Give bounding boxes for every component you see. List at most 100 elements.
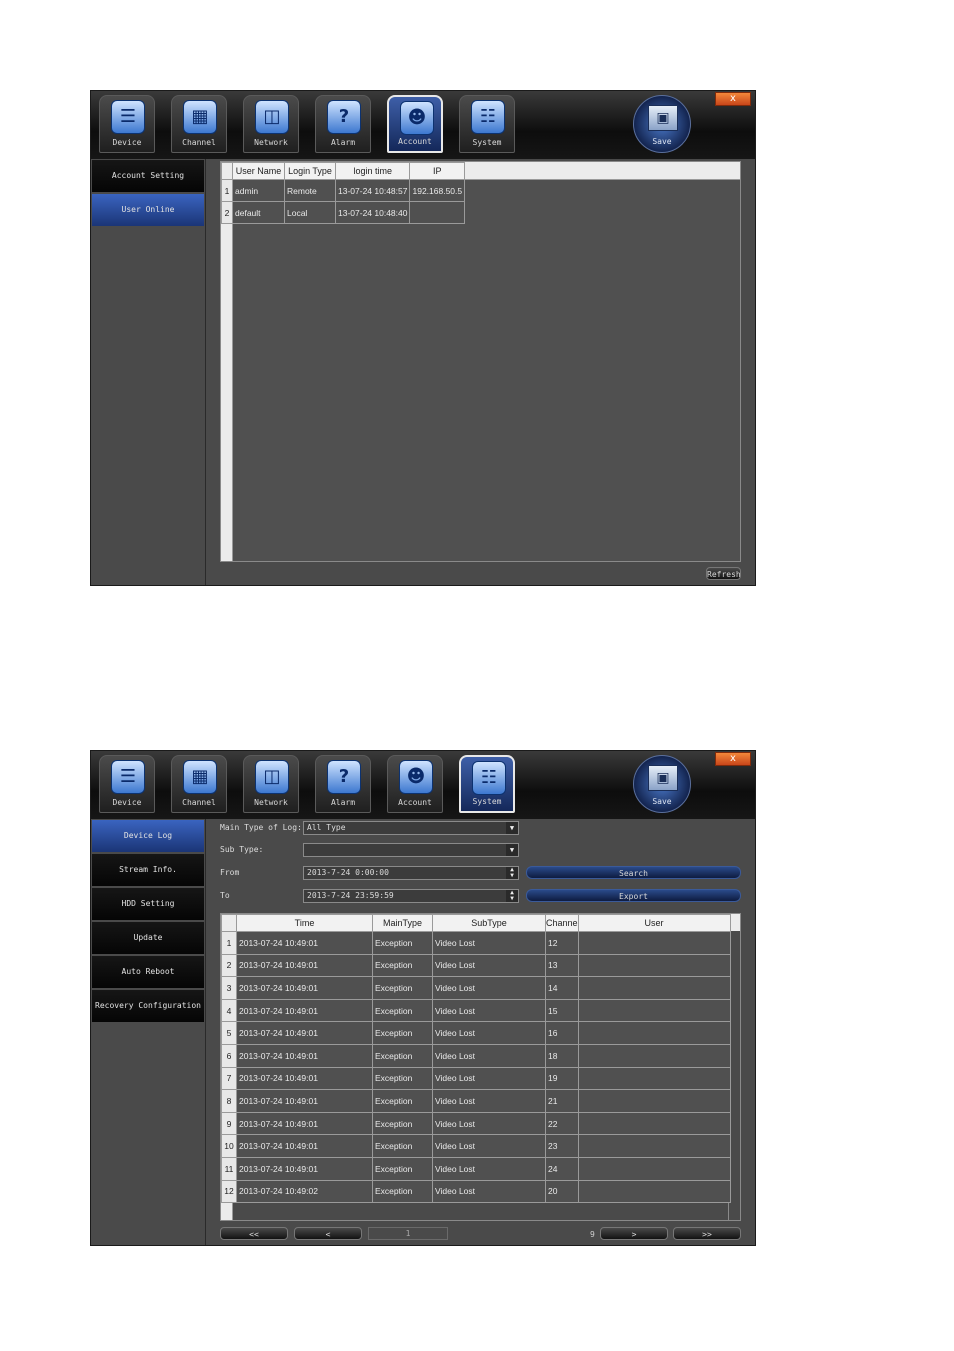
to-datetime-input[interactable]: 2013-7-24 23:59:59 ▲ ▼ xyxy=(303,889,519,903)
toolbar-system-button[interactable]: ☷ System xyxy=(459,755,515,813)
main-toolbar: ☰ Device ▦ Channel ◫ Network ? Alarm ☻ Accoun… xyxy=(91,91,755,159)
chevron-down-icon[interactable]: ▼ xyxy=(506,844,518,856)
table-cell: 2013-07-24 10:49:01 xyxy=(236,1043,373,1068)
table-row[interactable]: 11 2013-07-24 10:49:01 Exception Video Lost… xyxy=(221,1156,731,1181)
search-button[interactable]: Search xyxy=(526,866,741,879)
table-cell: Video Lost xyxy=(432,931,546,955)
toolbar-account-button[interactable]: ☻ Account xyxy=(387,755,443,813)
system-window: ☰ Device ▦ Channel ◫ Network ? Alarm ☻ Accoun… xyxy=(90,750,756,1246)
refresh-button[interactable]: Refresh xyxy=(706,567,741,580)
main-toolbar: ☰ Device ▦ Channel ◫ Network ? Alarm ☻ Accoun… xyxy=(91,751,755,819)
table-cell: 2013-07-24 10:49:01 xyxy=(236,1021,373,1045)
sidebar-item-stream-info[interactable]: Stream Info. xyxy=(92,854,204,886)
toolbar-alarm-button[interactable]: ? Alarm xyxy=(315,755,371,813)
account-window: ☰ Device ▦ Channel ◫ Network ? Alarm ☻ Accoun… xyxy=(90,90,756,586)
table-row[interactable]: 4 2013-07-24 10:49:01 Exception Video Lost 1… xyxy=(221,998,731,1023)
column-header[interactable]: SubType xyxy=(432,914,546,932)
first-page-button[interactable]: << xyxy=(220,1227,288,1240)
column-header[interactable]: User xyxy=(577,914,731,932)
spinner-icon[interactable]: ▲ ▼ xyxy=(506,867,518,879)
sidebar-item-update[interactable]: Update xyxy=(92,922,204,954)
table-row[interactable]: 10 2013-07-24 10:49:01 Exception Video Lost… xyxy=(221,1134,731,1158)
toolbar-account-button[interactable]: ☻ Account xyxy=(387,95,443,153)
toolbar-channel-button[interactable]: ▦ Channel xyxy=(171,755,227,813)
column-header[interactable]: Login Type xyxy=(284,162,336,180)
sidebar-item-user-online[interactable]: User Online xyxy=(92,194,204,226)
column-header[interactable]: login time xyxy=(334,162,411,180)
table-cell: Exception xyxy=(372,1134,433,1158)
sidebar-item-device-log[interactable]: Device Log xyxy=(92,820,204,852)
save-icon: ▣ xyxy=(648,765,678,791)
toolbar-device-button[interactable]: ☰ Device xyxy=(99,755,155,813)
next-page-button[interactable]: > xyxy=(600,1227,668,1240)
table-cell: Video Lost xyxy=(432,998,546,1023)
table-cell: 13 xyxy=(545,953,579,978)
user-online-table: User Name Login Type login time IP 1 adm… xyxy=(220,161,741,562)
toolbar-device-button[interactable]: ☰ Device xyxy=(99,95,155,153)
column-header[interactable]: User Name xyxy=(232,162,285,180)
column-header[interactable]: MainType xyxy=(372,914,433,932)
main-type-label: Main Type of Log: xyxy=(220,823,302,832)
table-cell xyxy=(577,1089,731,1113)
table-row[interactable]: 1 2013-07-24 10:49:01 Exception Video Lost 1… xyxy=(221,931,731,955)
device-icon: ☰ xyxy=(111,100,145,134)
column-header[interactable]: Channe xyxy=(545,914,579,932)
toolbar-alarm-button[interactable]: ? Alarm xyxy=(315,95,371,153)
table-cell xyxy=(577,1134,731,1158)
table-cell xyxy=(577,1111,731,1136)
table-cell: 2013-07-24 10:49:01 xyxy=(236,998,373,1023)
table-row[interactable]: 7 2013-07-24 10:49:01 Exception Video Lost 1… xyxy=(221,1066,731,1091)
sidebar-item-recovery-configuration[interactable]: Recovery Configuration xyxy=(92,990,204,1022)
chevron-down-icon[interactable]: ▼ xyxy=(506,822,518,834)
table-row[interactable]: 9 2013-07-24 10:49:01 Exception Video Lost 2… xyxy=(221,1111,731,1136)
save-button[interactable]: ▣ Save xyxy=(633,95,691,153)
sub-type-select[interactable]: ▼ xyxy=(303,843,519,857)
table-cell: 23 xyxy=(545,1134,579,1158)
table-cell: 12 xyxy=(545,931,579,955)
table-row[interactable]: 1 admin Remote 13-07-24 10:48:57 192.168… xyxy=(221,179,466,202)
alarm-icon: ? xyxy=(327,760,361,794)
last-page-button[interactable]: >> xyxy=(673,1227,741,1240)
table-row[interactable]: 8 2013-07-24 10:49:01 Exception Video Lost 2… xyxy=(221,1089,731,1113)
save-button[interactable]: ▣ Save xyxy=(633,755,691,813)
sidebar-item-account-setting[interactable]: Account Setting xyxy=(92,160,204,192)
table-row[interactable]: 2 2013-07-24 10:49:01 Exception Video Lost 1… xyxy=(221,953,731,978)
toolbar-system-button[interactable]: ☷ System xyxy=(459,95,515,153)
page-number-input[interactable]: 1 xyxy=(368,1227,448,1240)
table-cell: 2013-07-24 10:49:01 xyxy=(236,1156,373,1181)
column-header[interactable]: Time xyxy=(236,914,373,932)
table-cell xyxy=(577,1179,731,1204)
close-button[interactable]: x xyxy=(715,752,751,766)
table-cell: 19 xyxy=(545,1066,579,1091)
sidebar-item-auto-reboot[interactable]: Auto Reboot xyxy=(92,956,204,988)
column-header[interactable]: IP xyxy=(409,162,466,180)
user-online-panel: User Name Login Type login time IP 1 adm… xyxy=(206,159,755,585)
table-cell: Exception xyxy=(372,1089,433,1113)
table-cell: Video Lost xyxy=(432,1134,546,1158)
network-icon: ◫ xyxy=(255,100,289,134)
table-row[interactable]: 5 2013-07-24 10:49:01 Exception Video Lost 1… xyxy=(221,1021,731,1045)
toolbar-network-button[interactable]: ◫ Network xyxy=(243,95,299,153)
table-row[interactable]: 3 2013-07-24 10:49:01 Exception Video Lost 1… xyxy=(221,976,731,1000)
network-icon: ◫ xyxy=(255,760,289,794)
row-index: 2 xyxy=(221,953,237,978)
account-icon: ☻ xyxy=(399,760,433,794)
table-cell: 24 xyxy=(545,1156,579,1181)
row-index: 1 xyxy=(221,931,237,955)
sidebar-item-hdd-setting[interactable]: HDD Setting xyxy=(92,888,204,920)
close-button[interactable]: x xyxy=(715,92,751,106)
spinner-icon[interactable]: ▲ ▼ xyxy=(506,890,518,902)
main-type-select[interactable]: All Type ▼ xyxy=(303,821,519,835)
toolbar-channel-button[interactable]: ▦ Channel xyxy=(171,95,227,153)
from-datetime-input[interactable]: 2013-7-24 0:00:00 ▲ ▼ xyxy=(303,866,519,880)
table-row[interactable]: 6 2013-07-24 10:49:01 Exception Video Lost 1… xyxy=(221,1043,731,1068)
device-log-panel: Main Type of Log: All Type ▼ Sub Type: ▼ … xyxy=(206,819,755,1245)
from-label: From xyxy=(220,868,240,877)
table-row[interactable]: 12 2013-07-24 10:49:02 Exception Video Lost… xyxy=(221,1179,731,1204)
table-cell: 15 xyxy=(545,998,579,1023)
table-row[interactable]: 2 default Local 13-07-24 10:48:40 xyxy=(221,201,466,224)
system-icon: ☷ xyxy=(472,761,506,795)
toolbar-network-button[interactable]: ◫ Network xyxy=(243,755,299,813)
prev-page-button[interactable]: < xyxy=(294,1227,362,1240)
export-button[interactable]: Export xyxy=(526,889,741,902)
